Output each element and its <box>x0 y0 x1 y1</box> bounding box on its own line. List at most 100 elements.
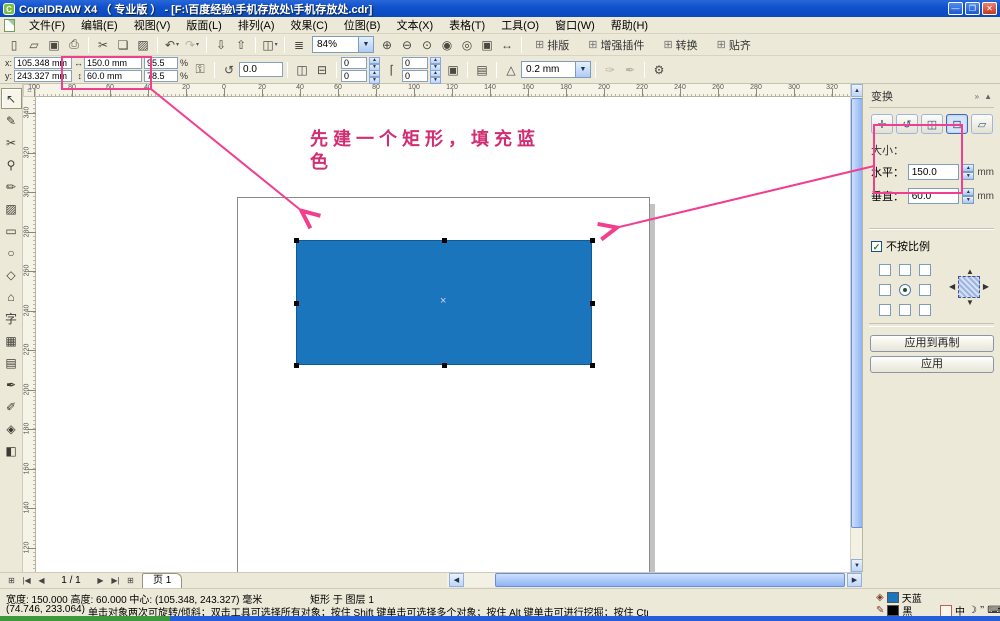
selection-handle[interactable] <box>590 363 595 368</box>
close-button[interactable]: ✕ <box>982 2 997 15</box>
outline-width-combo[interactable]: 0.2 mm ▼ <box>521 61 591 78</box>
anchor-center-radio[interactable] <box>899 284 911 296</box>
app-launcher-icon[interactable]: ◫ <box>260 35 280 54</box>
polygon-tool[interactable]: ◇ <box>1 264 22 285</box>
prev-page-icon[interactable]: ◀ <box>34 574 49 588</box>
selection-handle[interactable] <box>590 238 595 243</box>
welcome-screen-icon[interactable]: ≣ <box>289 35 309 54</box>
selection-handle[interactable] <box>442 363 447 368</box>
mirror-horizontal-icon[interactable]: ◫ <box>292 60 312 80</box>
text-tool[interactable]: 字 <box>1 308 22 329</box>
smart-fill-tool[interactable]: ▨ <box>1 198 22 219</box>
selection-handle[interactable] <box>442 238 447 243</box>
selection-handle[interactable] <box>294 363 299 368</box>
table-tool[interactable]: ▦ <box>1 330 22 351</box>
ime-indicator-icon[interactable] <box>940 605 952 617</box>
convert-to-curves-icon[interactable]: ⚙ <box>649 60 669 80</box>
zoom-tool[interactable]: ⚲ <box>1 154 22 175</box>
object-x-input[interactable]: 105.348 mm <box>14 57 72 69</box>
copy-icon[interactable]: ❏ <box>113 35 133 54</box>
zoom-width-icon[interactable]: ↔ <box>497 35 517 54</box>
object-y-input[interactable]: 243.327 mm <box>14 70 72 82</box>
anchor-checkbox[interactable] <box>879 264 891 276</box>
menu-item-文本[interactable]: 文本(X) <box>388 16 441 34</box>
menu-item-编辑[interactable]: 编辑(E) <box>73 16 126 34</box>
spinner[interactable]: ▲▼ <box>369 57 380 69</box>
selection-handle[interactable] <box>294 301 299 306</box>
transform-scale-mirror-icon[interactable]: ◫ <box>921 114 943 134</box>
menu-item-窗口[interactable]: 窗口(W) <box>547 16 603 34</box>
add-page-icon[interactable]: ⊞ <box>4 574 19 588</box>
zoom-out-icon[interactable]: ⊖ <box>397 35 417 54</box>
anchor-checkbox[interactable] <box>919 284 931 296</box>
text-wrap-icon[interactable]: ▤ <box>472 60 492 80</box>
selection-handle[interactable] <box>294 238 299 243</box>
lock-ratio-icon[interactable]: ⚿ <box>190 60 210 80</box>
corner-lock-icon[interactable]: ▣ <box>443 60 463 80</box>
menu-item-效果[interactable]: 效果(C) <box>283 16 336 34</box>
docker-pin-icon[interactable]: ▲ <box>984 92 992 101</box>
open-icon[interactable]: ▱ <box>24 35 44 54</box>
anchor-checkbox[interactable] <box>899 304 911 316</box>
selection-handle[interactable] <box>590 301 595 306</box>
object-height-input[interactable]: 60.0 mm <box>84 70 142 82</box>
corner-radius-tl-input[interactable]: 0 <box>341 57 367 69</box>
anchor-checkbox[interactable] <box>879 284 891 296</box>
anchor-checkbox[interactable] <box>899 264 911 276</box>
menu-item-文件[interactable]: 文件(F) <box>21 16 73 34</box>
fill-tool[interactable]: ◈ <box>1 418 22 439</box>
corner-radius-br-input[interactable]: 0 <box>402 70 428 82</box>
scroll-right-icon[interactable]: ▶ <box>847 573 862 587</box>
add-page-icon[interactable]: ⊞ <box>123 574 138 588</box>
cut-icon[interactable]: ✂ <box>93 35 113 54</box>
menu-item-工具[interactable]: 工具(O) <box>493 16 547 34</box>
drawing-canvas[interactable]: × 先建一个矩形，填充蓝 色 <box>36 97 850 572</box>
freehand-tool[interactable]: ✏ <box>1 176 22 197</box>
vertical-ruler[interactable]: 340320300280260240220200180160140120 <box>23 97 36 572</box>
transform-skew-icon[interactable]: ▱ <box>971 114 993 134</box>
zoom-level-combo[interactable]: 84% ▼ <box>312 36 374 53</box>
page-tab[interactable]: 页 1 <box>142 573 182 588</box>
transform-size-icon[interactable]: ⊡ <box>946 114 968 134</box>
menu-item-帮助[interactable]: 帮助(H) <box>603 16 656 34</box>
fill-swatch[interactable] <box>887 592 899 603</box>
basic-shapes-tool[interactable]: ⌂ <box>1 286 22 307</box>
save-icon[interactable]: ▣ <box>44 35 64 54</box>
zoom-page-icon[interactable]: ▣ <box>477 35 497 54</box>
spinner[interactable]: ▲▼ <box>962 188 974 204</box>
menu-item-排列[interactable]: 排列(A) <box>230 16 283 34</box>
print-icon[interactable]: ⎙ <box>64 35 84 54</box>
chevron-down-icon[interactable]: ▼ <box>358 37 373 52</box>
crop-tool[interactable]: ✂ <box>1 132 22 153</box>
paste-icon[interactable]: ▨ <box>133 35 153 54</box>
ime-fullwidth-icon[interactable]: ☽ <box>968 605 977 616</box>
export-icon[interactable]: ⇧ <box>231 35 251 54</box>
mirror-vertical-icon[interactable]: ⊟ <box>312 60 332 80</box>
shape-tool[interactable]: ✎ <box>1 110 22 131</box>
apply-button[interactable]: 应用 <box>870 356 994 373</box>
object-center-mark[interactable]: × <box>440 295 446 307</box>
horizontal-size-input[interactable]: 150.0 <box>908 164 960 180</box>
vertical-size-input[interactable]: 60.0 <box>908 188 960 204</box>
outline-pen-tool[interactable]: ✐ <box>1 396 22 417</box>
anchor-checkbox[interactable] <box>919 304 931 316</box>
menu-item-视图[interactable]: 视图(V) <box>126 16 179 34</box>
chevron-down-icon[interactable]: ▼ <box>575 62 590 77</box>
ime-keyboard-icon[interactable]: ⌨ <box>987 605 1000 616</box>
horizontal-scrollbar[interactable]: ◀ ▶ <box>447 573 862 587</box>
apply-to-duplicate-button[interactable]: 应用到再制 <box>870 335 994 352</box>
rectangle-tool[interactable]: ▭ <box>1 220 22 241</box>
transform-position-icon[interactable]: ✛ <box>871 114 893 134</box>
docker-collapse-icon[interactable]: » <box>975 92 979 101</box>
object-width-input[interactable]: 150.0 mm <box>84 57 142 69</box>
horizontal-ruler[interactable]: 1008060402002040608010012014016018020022… <box>36 84 850 97</box>
maximize-button[interactable]: ❐ <box>965 2 980 15</box>
ime-punctuation-icon[interactable]: ’’ <box>980 605 984 616</box>
scroll-left-icon[interactable]: ◀ <box>449 573 464 587</box>
vertical-scrollbar[interactable]: ▲ ▼ <box>850 84 862 572</box>
toolbar-button-增强插件[interactable]: ⊞增强插件 <box>585 36 650 54</box>
spinner[interactable]: ▲▼ <box>430 70 441 82</box>
next-page-icon[interactable]: ▶ <box>93 574 108 588</box>
undo-icon[interactable]: ↶ <box>162 35 182 54</box>
ellipse-tool[interactable]: ○ <box>1 242 22 263</box>
